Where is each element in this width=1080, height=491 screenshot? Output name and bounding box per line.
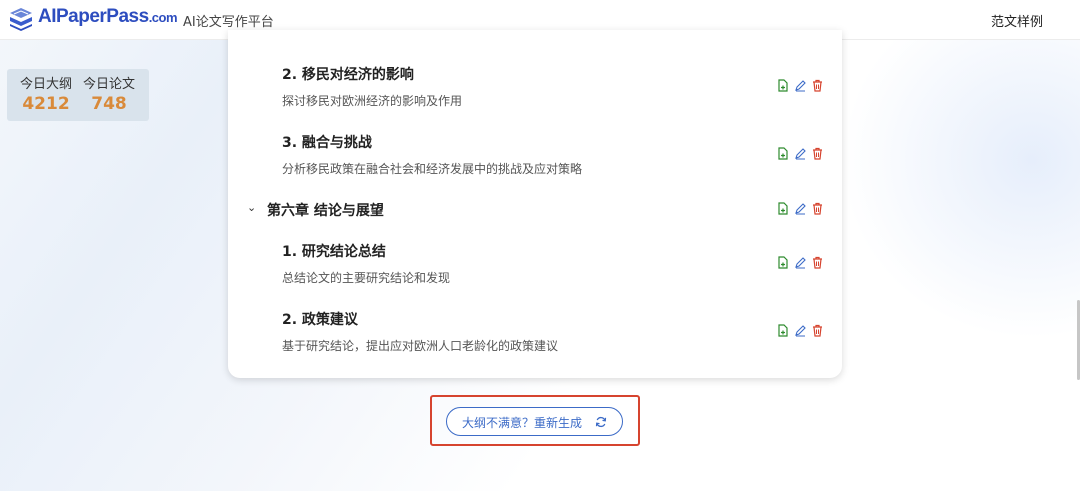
section-actions bbox=[776, 256, 826, 270]
chapter-title[interactable]: 第六章 结论与展望 bbox=[267, 200, 384, 220]
edit-icon[interactable] bbox=[794, 324, 807, 337]
platform-subtitle: AI论文写作平台 bbox=[183, 15, 274, 30]
logo-suffix-text: .com bbox=[148, 10, 178, 25]
delete-icon[interactable] bbox=[811, 202, 824, 215]
section-description[interactable]: 基于研究结论，提出应对欧洲人口老龄化的政策建议 bbox=[282, 337, 558, 354]
add-doc-icon[interactable] bbox=[776, 324, 789, 337]
stat-outlines: 今日大纲 4212 bbox=[14, 73, 78, 114]
add-doc-icon[interactable] bbox=[776, 202, 789, 215]
outline-card: 2. 移民对经济的影响 探讨移民对欧洲经济的影响及作用 3. 融合与挑战 分析移… bbox=[228, 30, 842, 378]
add-doc-icon[interactable] bbox=[776, 147, 789, 160]
section-description[interactable]: 总结论文的主要研究结论和发现 bbox=[282, 269, 450, 286]
section-description[interactable]: 分析移民政策在融合社会和经济发展中的挑战及应对策略 bbox=[282, 160, 582, 177]
section-actions bbox=[776, 79, 826, 93]
section-title[interactable]: 3. 融合与挑战 bbox=[282, 132, 372, 152]
stat-value: 748 bbox=[91, 94, 127, 114]
logo-main-text: AIPaperPass bbox=[38, 6, 149, 27]
stat-label: 今日大纲 bbox=[19, 77, 72, 92]
chevron-down-icon[interactable]: ⌄ bbox=[247, 201, 256, 214]
stat-value: 4212 bbox=[22, 94, 70, 114]
edit-icon[interactable] bbox=[794, 147, 807, 160]
chapter-actions bbox=[776, 202, 826, 216]
edit-icon[interactable] bbox=[794, 202, 807, 215]
section-title[interactable]: 1. 研究结论总结 bbox=[282, 241, 386, 261]
delete-icon[interactable] bbox=[811, 256, 824, 269]
stat-papers: 今日论文 748 bbox=[77, 73, 141, 114]
add-doc-icon[interactable] bbox=[776, 256, 789, 269]
stat-label: 今日论文 bbox=[82, 77, 135, 92]
daily-stats-panel: 今日大纲 4212 今日论文 748 bbox=[7, 69, 149, 121]
logo-icon[interactable] bbox=[7, 5, 35, 33]
section-description[interactable]: 探讨移民对欧洲经济的影响及作用 bbox=[282, 92, 462, 109]
logo-text[interactable]: AIPaperPass.com bbox=[38, 6, 178, 28]
background-decoration bbox=[840, 40, 1080, 340]
section-title[interactable]: 2. 移民对经济的影响 bbox=[282, 64, 414, 84]
add-doc-icon[interactable] bbox=[776, 79, 789, 92]
nav-sample-papers[interactable]: 范文样例 bbox=[991, 11, 1043, 30]
regenerate-outline-button[interactable]: 大纲不满意？重新生成 bbox=[446, 407, 623, 436]
refresh-icon bbox=[595, 416, 607, 428]
edit-icon[interactable] bbox=[794, 79, 807, 92]
delete-icon[interactable] bbox=[811, 324, 824, 337]
section-actions bbox=[776, 147, 826, 161]
delete-icon[interactable] bbox=[811, 79, 824, 92]
delete-icon[interactable] bbox=[811, 147, 824, 160]
section-title[interactable]: 2. 政策建议 bbox=[282, 309, 358, 329]
section-actions bbox=[776, 324, 826, 338]
regenerate-label: 大纲不满意？重新生成 bbox=[462, 416, 583, 430]
edit-icon[interactable] bbox=[794, 256, 807, 269]
